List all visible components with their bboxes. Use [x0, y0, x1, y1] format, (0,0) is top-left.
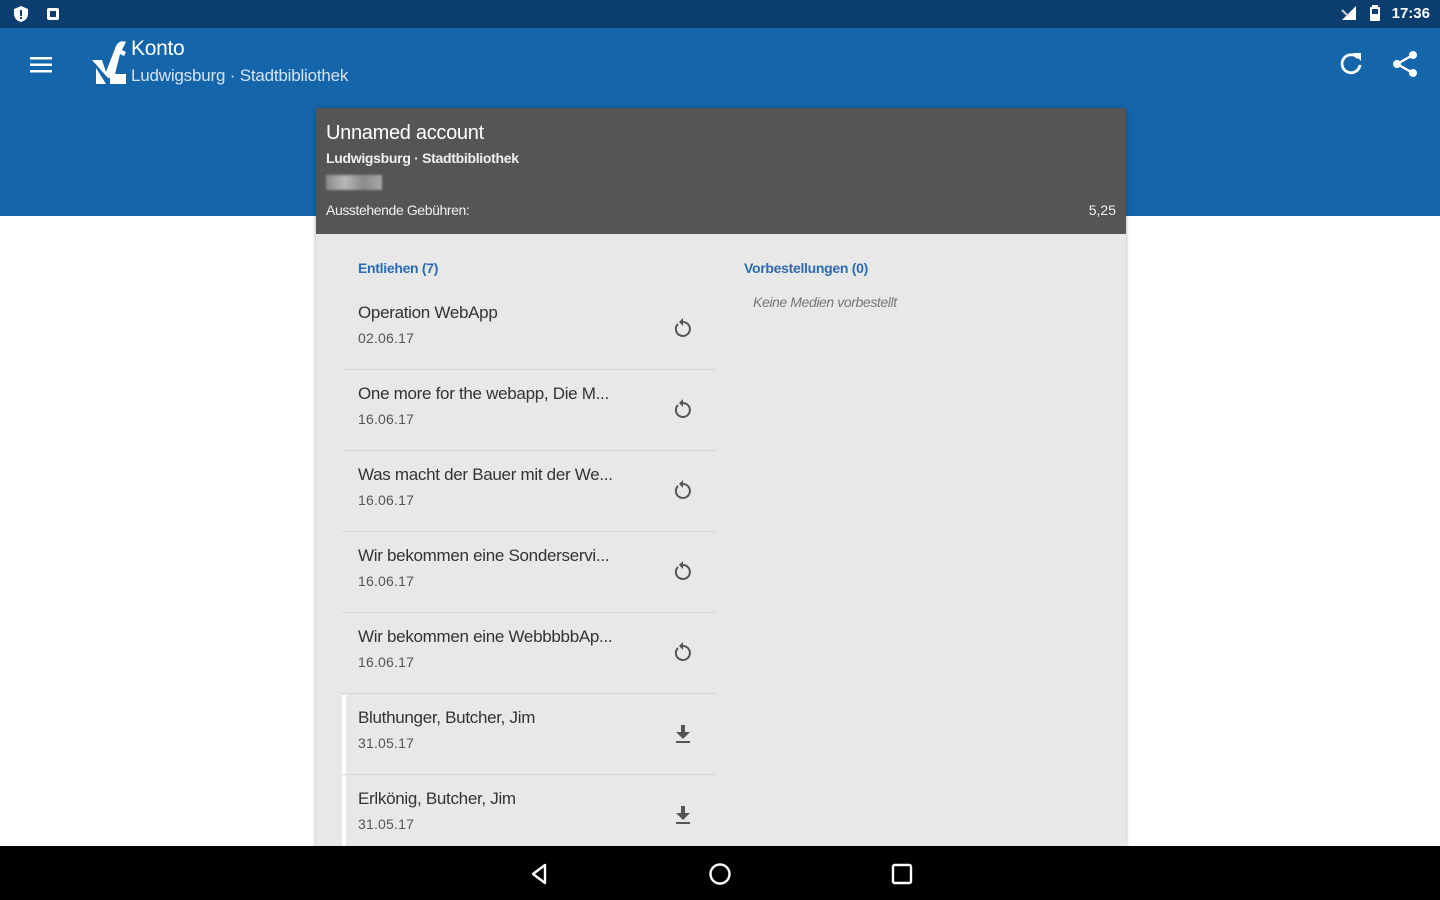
- share-icon[interactable]: [1389, 48, 1421, 80]
- status-time: 17:36: [1391, 4, 1430, 22]
- renew-icon[interactable]: [670, 559, 696, 585]
- shield-alert-icon: [14, 6, 28, 22]
- renew-icon[interactable]: [670, 397, 696, 423]
- app-subtitle: Ludwigsburg · Stadtbibliothek: [131, 66, 349, 85]
- download-icon[interactable]: [670, 721, 696, 747]
- list-item[interactable]: Operation WebApp 02.06.17: [342, 290, 716, 370]
- item-title: Wir bekommen eine Sonderservi...: [358, 546, 610, 565]
- list-item[interactable]: Bluthunger, Butcher, Jim 31.05.17: [342, 695, 716, 775]
- item-date: 31.05.17: [358, 735, 415, 751]
- item-title: Was macht der Bauer mit der We...: [358, 465, 613, 484]
- item-date: 16.06.17: [358, 492, 415, 508]
- item-title: Bluthunger, Butcher, Jim: [358, 708, 536, 727]
- lent-section-title: Entliehen (7): [358, 260, 439, 276]
- renew-icon[interactable]: [670, 640, 696, 666]
- item-date: 31.05.17: [358, 816, 415, 832]
- home-icon[interactable]: [706, 860, 734, 888]
- list-item[interactable]: Wir bekommen eine Sonderservi... 16.06.1…: [342, 533, 716, 613]
- app-logo-icon: [92, 41, 126, 84]
- item-date: 16.06.17: [358, 573, 415, 589]
- account-card: Unnamed account Ludwigsburg · Stadtbibli…: [316, 108, 1126, 846]
- app-title: Konto: [131, 37, 185, 60]
- navigation-bar: [0, 846, 1440, 900]
- list-item[interactable]: Wir bekommen eine WebbbbbAp... 16.06.17: [342, 614, 716, 694]
- item-title: Erlkönig, Butcher, Jim: [358, 789, 516, 808]
- fees-label: Ausstehende Gebühren:: [326, 202, 470, 218]
- item-date: 16.06.17: [358, 411, 415, 427]
- account-name: Unnamed account: [326, 122, 484, 144]
- list-item[interactable]: Erlkönig, Butcher, Jim 31.05.17: [342, 776, 716, 846]
- item-title: One more for the webapp, Die M...: [358, 384, 609, 403]
- refresh-icon[interactable]: [1335, 48, 1367, 80]
- back-icon[interactable]: [525, 860, 553, 888]
- account-header: Unnamed account Ludwigsburg · Stadtbibli…: [316, 108, 1126, 234]
- fees-value: 5,25: [1088, 202, 1116, 218]
- signal-no-data-icon: [1340, 6, 1356, 20]
- battery-icon: [1369, 5, 1380, 21]
- menu-icon: [30, 57, 52, 73]
- menu-button[interactable]: [24, 48, 58, 82]
- account-id-redacted: [326, 175, 382, 190]
- reservations-empty-text: Keine Medien vorbestellt: [753, 294, 897, 310]
- list-item[interactable]: One more for the webapp, Die M... 16.06.…: [342, 371, 716, 451]
- square-notification-icon: [47, 8, 59, 20]
- download-icon[interactable]: [670, 802, 696, 828]
- account-library: Ludwigsburg · Stadtbibliothek: [326, 150, 519, 166]
- renew-icon[interactable]: [670, 316, 696, 342]
- renew-icon[interactable]: [670, 478, 696, 504]
- recents-icon[interactable]: [888, 860, 916, 888]
- item-title: Operation WebApp: [358, 303, 498, 322]
- list-item[interactable]: Was macht der Bauer mit der We... 16.06.…: [342, 452, 716, 532]
- item-title: Wir bekommen eine WebbbbbAp...: [358, 627, 613, 646]
- reservations-section-title: Vorbestellungen (0): [744, 260, 868, 276]
- status-bar: 17:36: [0, 0, 1440, 28]
- item-date: 02.06.17: [358, 330, 415, 346]
- item-date: 16.06.17: [358, 654, 415, 670]
